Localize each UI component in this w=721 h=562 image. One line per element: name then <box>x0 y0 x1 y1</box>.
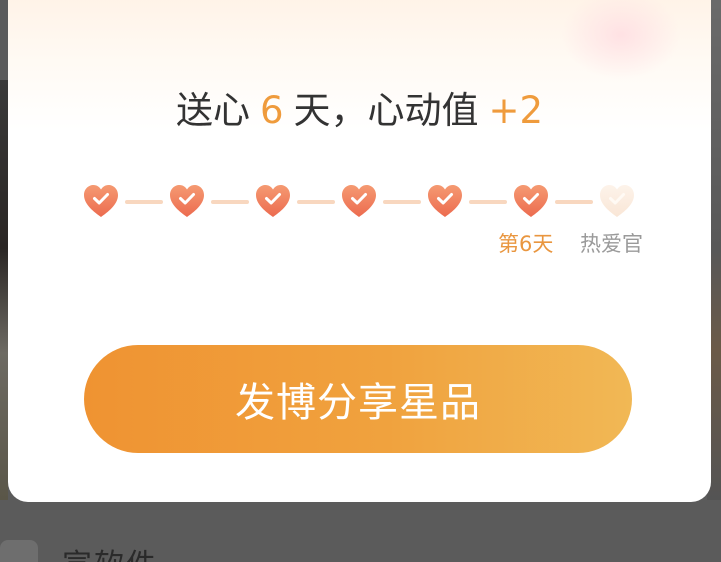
background-left-strip <box>0 80 8 500</box>
background-avatar <box>0 540 38 562</box>
heart-check-icon <box>426 183 464 219</box>
progress-connector <box>555 200 593 204</box>
background-list-title: 宣软件 <box>62 540 158 562</box>
final-reward-label: 热爱官 <box>580 232 643 256</box>
headline-middle: 天，心动值 <box>293 89 479 132</box>
headline-prefix: 送心 <box>175 89 250 132</box>
heart-check-icon <box>512 183 550 219</box>
heart-check-icon <box>82 183 120 219</box>
headline-bonus: +2 <box>488 89 544 132</box>
heart-check-icon <box>254 183 292 219</box>
progress-connector <box>469 200 507 204</box>
progress-connector <box>211 200 249 204</box>
dialog-headline: 送心 6 天，心动值 +2 <box>8 86 711 136</box>
progress-connector <box>297 200 335 204</box>
heart-check-icon <box>340 183 378 219</box>
heart-progress-track <box>82 183 638 221</box>
heart-check-icon <box>168 183 206 219</box>
share-post-button[interactable]: 发博分享星品 <box>84 345 632 453</box>
progress-connector <box>383 200 421 204</box>
current-day-label: 第6天 <box>498 232 554 256</box>
heart-check-icon <box>598 183 636 219</box>
checkin-dialog: 送心 6 天，心动值 +2 第6天 热爱官 发博分享星品 <box>8 0 711 502</box>
progress-connector <box>125 200 163 204</box>
headline-days: 6 <box>259 89 284 132</box>
